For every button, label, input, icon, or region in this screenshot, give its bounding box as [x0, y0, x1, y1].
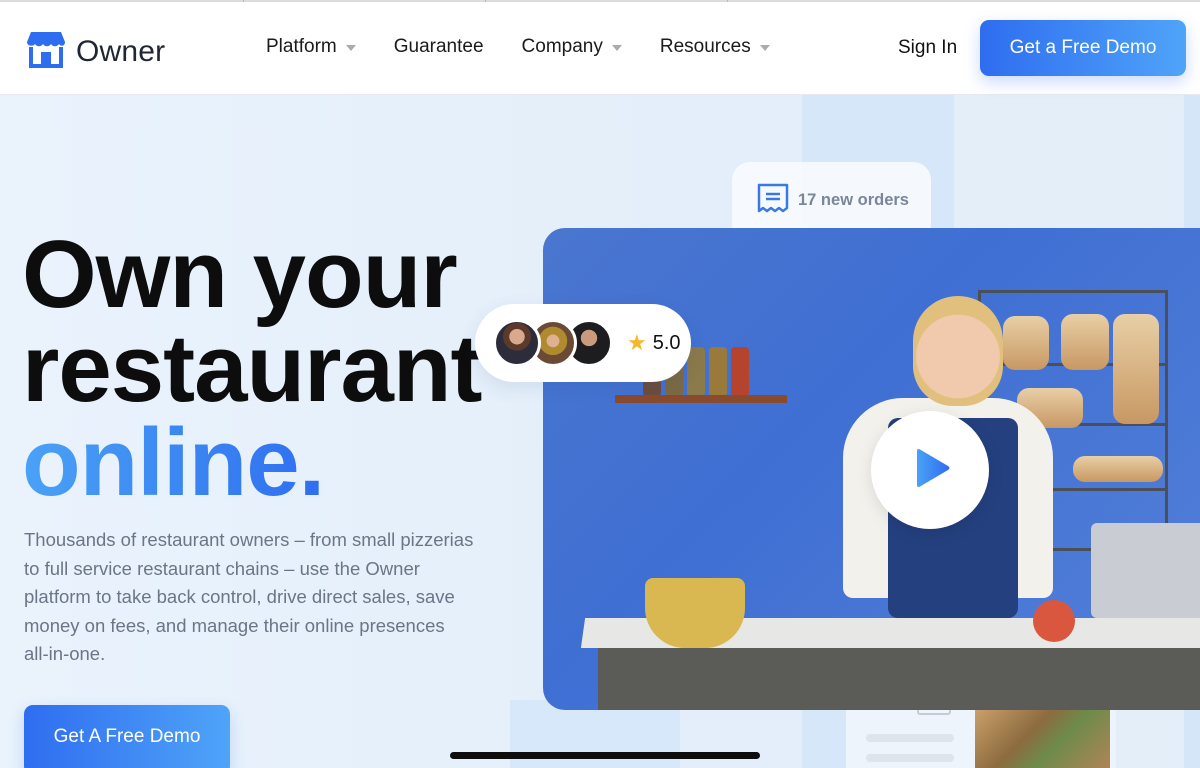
- rating-badge: ★ 5.0: [475, 304, 691, 382]
- get-free-demo-button[interactable]: Get a Free Demo: [980, 20, 1186, 76]
- video-scene-bottle: [687, 347, 705, 395]
- video-scene-person-head: [913, 296, 1003, 406]
- receipt-icon: [756, 183, 790, 218]
- nav-label: Resources: [659, 36, 751, 57]
- new-orders-text: 17 new orders: [798, 190, 909, 209]
- storefront-icon: [26, 30, 66, 73]
- brand-name: Owner: [76, 34, 166, 68]
- video-scene-bread: [1061, 314, 1109, 370]
- video-scene-bottle: [731, 347, 749, 395]
- star-icon: ★: [627, 330, 647, 355]
- video-scene-tomato: [1033, 600, 1075, 642]
- nav-label: Platform: [266, 36, 337, 57]
- caret-down-icon: [759, 45, 770, 51]
- nav-resources[interactable]: Resources: [660, 36, 770, 58]
- caret-down-icon: [345, 45, 356, 51]
- hero-get-demo-button[interactable]: Get A Free Demo: [24, 705, 230, 768]
- home-indicator[interactable]: [450, 752, 760, 759]
- site-header: Owner Platform Guarantee Company Resourc…: [0, 2, 1200, 95]
- video-scene-bowl: [645, 578, 745, 648]
- video-scene-bottle: [709, 347, 727, 395]
- hero-heading: Own your restaurant online.: [22, 227, 482, 511]
- preview-card-icon: [917, 710, 951, 715]
- video-scene-shelf: [615, 395, 787, 403]
- video-scene-counter-front: [598, 648, 1200, 710]
- main-nav: Platform Guarantee Company Resources: [266, 36, 770, 58]
- nav-guarantee[interactable]: Guarantee: [394, 36, 484, 58]
- hero-video[interactable]: [543, 228, 1200, 710]
- caret-down-icon: [611, 45, 622, 51]
- rating-value: 5.0: [652, 331, 681, 354]
- play-icon: [909, 448, 951, 493]
- pizza-image: [975, 710, 1110, 768]
- nav-label: Guarantee: [393, 36, 484, 57]
- hero-heading-accent: online.: [22, 409, 325, 516]
- placeholder-line: [866, 754, 954, 762]
- logo-link[interactable]: Owner: [26, 30, 165, 73]
- sign-in-link[interactable]: Sign In: [898, 37, 957, 59]
- avatar: [493, 319, 541, 367]
- video-scene-bread: [1003, 316, 1049, 370]
- hero-description: Thousands of restaurant owners – from sm…: [24, 529, 474, 664]
- placeholder-line: [866, 734, 954, 742]
- video-scene-bread: [1073, 456, 1163, 482]
- nav-company[interactable]: Company: [522, 36, 622, 58]
- nav-platform[interactable]: Platform: [266, 36, 356, 58]
- play-button[interactable]: [871, 411, 989, 529]
- hero-heading-line2: restaurant: [22, 315, 482, 422]
- video-scene-bread: [1113, 314, 1159, 424]
- hero-heading-line1: Own your: [22, 221, 458, 328]
- nav-label: Company: [521, 36, 603, 57]
- video-scene-laptop: [1091, 523, 1200, 618]
